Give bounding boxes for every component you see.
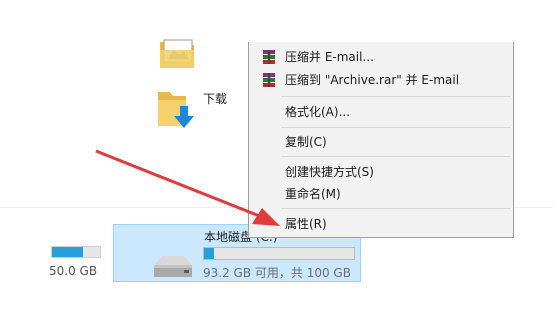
menu-item-copy[interactable]: 复制(C) [249,130,513,152]
winrar-icon [263,50,275,64]
selected-drive-free-space: 93.2 GB 可用，共 100 GB [203,266,351,280]
menu-item-label: 创建快捷方式(S) [285,165,374,179]
left-drive-size: 50.0 GB [49,264,98,278]
left-drive-usage-fill [52,247,84,257]
left-drive-usage-bar [51,246,101,258]
menu-item-label: 压缩到 "Archive.rar" 并 E-mail [285,73,460,87]
menu-item-format[interactable]: 格式化(A)... [249,100,513,122]
menu-item-label: 属性(R) [285,217,327,231]
hard-drive-icon [154,256,192,277]
menu-separator [281,156,511,157]
winrar-icon [263,73,275,87]
menu-item-label: 压缩并 E-mail... [285,50,374,64]
selected-drive-usage-fill [204,248,215,259]
menu-item-label: 重命名(M) [285,187,341,201]
downloads-folder-label: 下载 [203,92,228,106]
menu-item-compress-to-archive-email[interactable]: 压缩到 "Archive.rar" 并 E-mail [249,68,513,90]
menu-separator [281,96,511,97]
menu-separator [281,208,511,209]
menu-item-compress-email[interactable]: 压缩并 E-mail... [249,45,513,67]
menu-item-create-shortcut[interactable]: 创建快捷方式(S) [249,160,513,182]
folder-icon[interactable] [158,36,196,70]
selected-drive-usage-bar [203,247,355,260]
menu-item-properties[interactable]: 属性(R) [249,212,513,234]
downloads-folder-icon[interactable] [156,86,198,132]
menu-item-rename[interactable]: 重命名(M) [249,182,513,204]
context-menu: 压缩并 E-mail... 压缩到 "Archive.rar" 并 E-mail… [248,42,514,238]
menu-item-label: 复制(C) [285,135,327,149]
menu-separator [281,127,511,128]
file-explorer-view: 下载 50.0 GB 本地磁盘 (C:) 93.2 GB 可用，共 100 GB… [0,0,553,311]
menu-item-label: 格式化(A)... [285,105,351,119]
